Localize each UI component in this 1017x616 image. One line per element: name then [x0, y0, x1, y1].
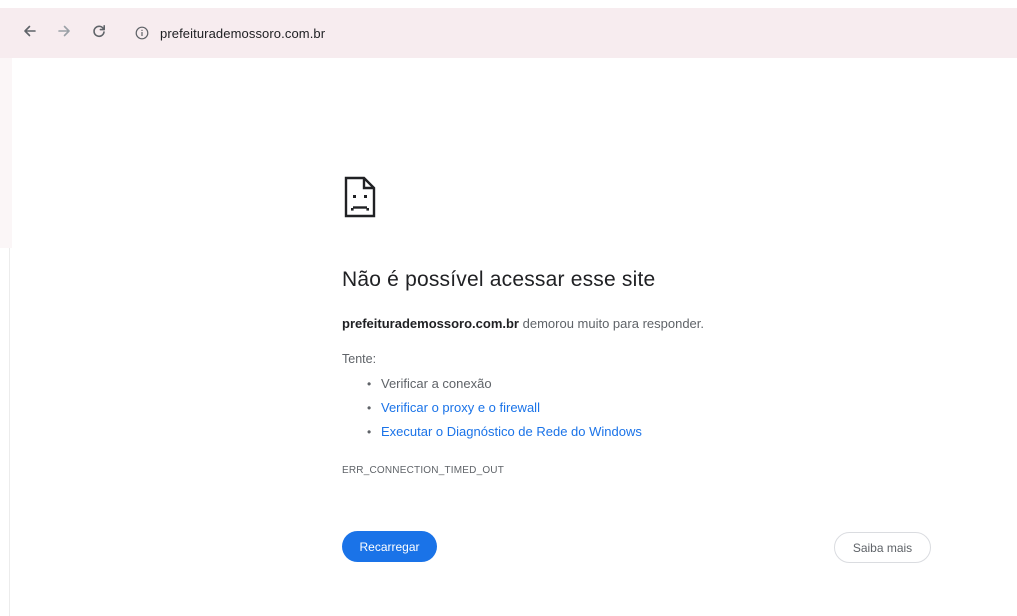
back-arrow-icon: [22, 23, 38, 43]
list-item: Verificar a conexão: [342, 374, 642, 398]
url-text[interactable]: prefeiturademossoro.com.br: [160, 26, 325, 41]
left-edge-shade: [0, 58, 12, 248]
reload-button[interactable]: [86, 20, 112, 46]
window-top-strip: [0, 0, 1017, 8]
details-button[interactable]: Saiba mais: [834, 532, 931, 563]
sad-page-icon: [343, 176, 377, 218]
forward-button[interactable]: [51, 20, 77, 46]
error-code: ERR_CONNECTION_TIMED_OUT: [342, 465, 505, 476]
reload-page-button[interactable]: Recarregar: [342, 531, 437, 562]
error-title: Não é possível acessar esse site: [342, 268, 656, 291]
suggestion-check-connection: Verificar a conexão: [381, 376, 492, 391]
list-item: Executar o Diagnóstico de Rede do Window…: [342, 422, 642, 446]
browser-toolbar: prefeiturademossoro.com.br: [0, 8, 1017, 58]
left-edge-divider: [9, 248, 10, 616]
forward-arrow-icon: [56, 23, 72, 43]
suggestion-check-proxy-link[interactable]: Verificar o proxy e o firewall: [381, 400, 540, 415]
back-button[interactable]: [17, 20, 43, 46]
error-summary: prefeiturademossoro.com.br demorou muito…: [342, 316, 704, 331]
list-item: Verificar o proxy e o firewall: [342, 398, 642, 422]
error-host: prefeiturademossoro.com.br: [342, 316, 519, 331]
error-message: demorou muito para responder.: [519, 316, 704, 331]
suggestions-label: Tente:: [342, 352, 377, 366]
suggestion-network-diagnostics-link[interactable]: Executar o Diagnóstico de Rede do Window…: [381, 424, 642, 439]
address-bar[interactable]: prefeiturademossoro.com.br: [124, 17, 1004, 49]
suggestions-list: Verificar a conexão Verificar o proxy e …: [342, 374, 642, 446]
reload-icon: [91, 23, 107, 43]
info-circle-icon[interactable]: [134, 25, 150, 41]
